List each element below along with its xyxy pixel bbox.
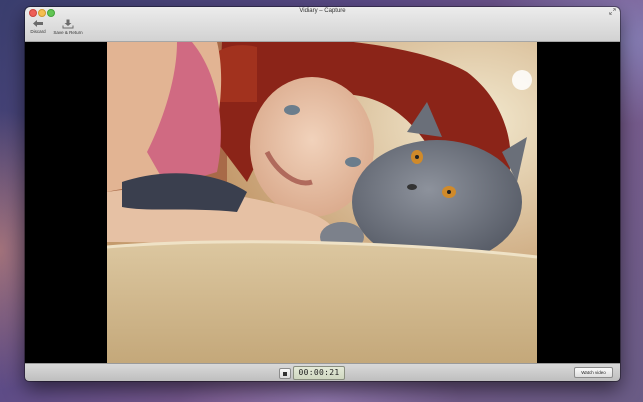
titlebar: Vidiary – Capture Discard Save & Return xyxy=(25,7,620,42)
arrow-left-icon xyxy=(33,20,43,27)
capture-window: Vidiary – Capture Discard Save & Return xyxy=(25,7,620,381)
save-return-label: Save & Return xyxy=(53,30,83,35)
save-return-button[interactable]: Save & Return xyxy=(51,19,85,39)
video-preview-area xyxy=(25,42,620,363)
stop-icon xyxy=(283,371,287,376)
watch-video-button[interactable]: Watch video xyxy=(574,367,613,378)
window-title: Vidiary – Capture xyxy=(299,8,346,14)
stop-button[interactable] xyxy=(279,368,291,379)
camera-preview-image xyxy=(107,42,537,363)
capture-controls-bar: 00:00:21 Watch video xyxy=(25,363,620,381)
recording-timer: 00:00:21 xyxy=(293,366,345,380)
download-icon xyxy=(62,19,74,29)
fullscreen-icon[interactable] xyxy=(609,8,616,15)
discard-label: Discard xyxy=(30,29,46,34)
discard-button[interactable]: Discard xyxy=(28,19,48,39)
